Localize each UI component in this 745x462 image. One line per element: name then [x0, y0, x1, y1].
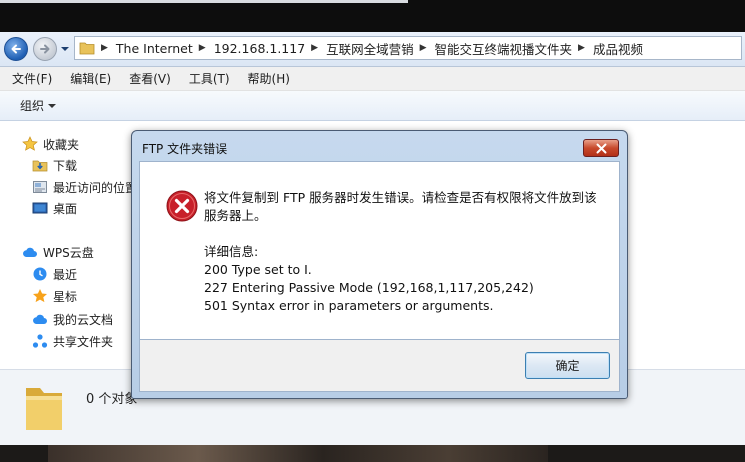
- detail-line: 227 Entering Passive Mode (192,168,1,117…: [204, 280, 534, 295]
- nav-recent-places[interactable]: 最近访问的位置: [32, 177, 137, 197]
- navigation-pane: 收藏夹 下载 最近访问的位置 桌面 WPS云盘 最近 星标 我的云文档 共享文件…: [0, 121, 146, 369]
- address-bar[interactable]: ▶ The Internet ▶ 192.168.1.117 ▶ 互联网全域营销…: [74, 36, 742, 60]
- nav-wps-starred[interactable]: 星标: [32, 286, 77, 306]
- dialog-footer: 确定: [139, 340, 620, 392]
- cloud-document-icon: [33, 314, 47, 325]
- nav-wps-recent-label: 最近: [53, 267, 78, 282]
- background-top: [0, 0, 745, 32]
- nav-wps-recent[interactable]: 最近: [32, 264, 77, 284]
- nav-favorites[interactable]: 收藏夹: [22, 134, 79, 154]
- breadcrumb-item[interactable]: 192.168.1.117: [214, 41, 305, 56]
- breadcrumb-item[interactable]: 智能交互终端视播文件夹: [435, 39, 573, 58]
- breadcrumb-separator-icon[interactable]: ▶: [311, 43, 318, 53]
- menu-bar: 文件(F) 编辑(E) 查看(V) 工具(T) 帮助(H): [0, 67, 745, 91]
- menu-view[interactable]: 查看(V): [117, 70, 177, 87]
- breadcrumb-item[interactable]: 互联网全域营销: [326, 39, 414, 58]
- detail-line: 200 Type set to I.: [204, 262, 312, 277]
- recent-places-icon: [33, 181, 47, 193]
- folder-icon: [26, 388, 62, 430]
- arrow-left-icon: [11, 44, 21, 54]
- background-bottom: [0, 445, 745, 462]
- error-message: 将文件复制到 FTP 服务器时发生错误。请检查是否有权限将文件放到该服务器上。: [204, 190, 597, 223]
- item-count: 0 个对象: [86, 392, 138, 407]
- menu-edit[interactable]: 编辑(E): [58, 70, 117, 87]
- clock-icon: [33, 267, 47, 281]
- dialog-close-button[interactable]: [583, 139, 619, 157]
- nav-wps-shared-label: 共享文件夹: [53, 334, 114, 349]
- breadcrumb-item[interactable]: 成品视频: [593, 39, 643, 58]
- share-icon: [32, 334, 48, 348]
- close-icon: [596, 143, 606, 153]
- detail-line: 501 Syntax error in parameters or argume…: [204, 298, 494, 313]
- breadcrumb-separator-icon[interactable]: ▶: [199, 43, 206, 53]
- ok-button[interactable]: 确定: [525, 352, 610, 379]
- nav-wps-mydocs-label: 我的云文档: [53, 312, 114, 327]
- organize-label: 组织: [20, 99, 45, 113]
- navigation-bar: ▶ The Internet ▶ 192.168.1.117 ▶ 互联网全域营销…: [0, 32, 745, 67]
- menu-help[interactable]: 帮助(H): [236, 70, 296, 87]
- nav-desktop-label: 桌面: [53, 201, 78, 216]
- desktop-icon: [32, 202, 48, 214]
- back-button[interactable]: [4, 37, 28, 61]
- star-icon: [22, 136, 38, 151]
- explorer-window: ▶ The Internet ▶ 192.168.1.117 ▶ 互联网全域营销…: [0, 32, 745, 446]
- background-top-band: [0, 0, 408, 3]
- chevron-down-icon: [48, 103, 57, 108]
- history-dropdown-icon[interactable]: [60, 42, 70, 56]
- nav-wps-starred-label: 星标: [53, 289, 78, 304]
- command-bar: 组织: [0, 91, 745, 121]
- error-details: 200 Type set to I. 227 Entering Passive …: [204, 261, 534, 315]
- nav-wps-cloud[interactable]: WPS云盘: [22, 242, 94, 262]
- nav-wps-mydocs[interactable]: 我的云文档: [32, 309, 113, 329]
- arrow-right-icon: [40, 44, 50, 54]
- organize-button[interactable]: 组织: [20, 97, 57, 114]
- background-photo: [48, 445, 548, 462]
- dialog-title: FTP 文件夹错误: [142, 142, 228, 156]
- downloads-folder-icon: [32, 160, 48, 172]
- star-icon: [33, 289, 47, 303]
- breadcrumb-separator-icon[interactable]: ▶: [420, 43, 427, 53]
- folder-icon: [79, 42, 95, 55]
- menu-tools[interactable]: 工具(T): [177, 70, 236, 87]
- details-header: 详细信息:: [204, 244, 259, 259]
- breadcrumb-item[interactable]: The Internet: [116, 41, 193, 56]
- nav-favorites-label: 收藏夹: [43, 137, 80, 152]
- nav-downloads[interactable]: 下载: [32, 155, 77, 175]
- nav-desktop[interactable]: 桌面: [32, 198, 77, 218]
- forward-button[interactable]: [33, 37, 57, 61]
- nav-recent-places-label: 最近访问的位置: [53, 180, 138, 195]
- nav-downloads-label: 下载: [53, 158, 78, 173]
- dialog-body: 将文件复制到 FTP 服务器时发生错误。请检查是否有权限将文件放到该服务器上。 …: [139, 161, 620, 340]
- breadcrumb-separator-icon[interactable]: ▶: [101, 43, 108, 53]
- breadcrumb-separator-icon[interactable]: ▶: [578, 43, 585, 53]
- nav-wps-cloud-label: WPS云盘: [43, 245, 94, 260]
- error-icon: [166, 190, 198, 222]
- menu-file[interactable]: 文件(F): [0, 70, 58, 87]
- ftp-error-dialog: FTP 文件夹错误 将文件复制到 FTP 服务器时发生错误。请检查是否有权限将文…: [131, 130, 628, 399]
- cloud-icon: [23, 247, 37, 258]
- nav-wps-shared[interactable]: 共享文件夹: [32, 331, 113, 351]
